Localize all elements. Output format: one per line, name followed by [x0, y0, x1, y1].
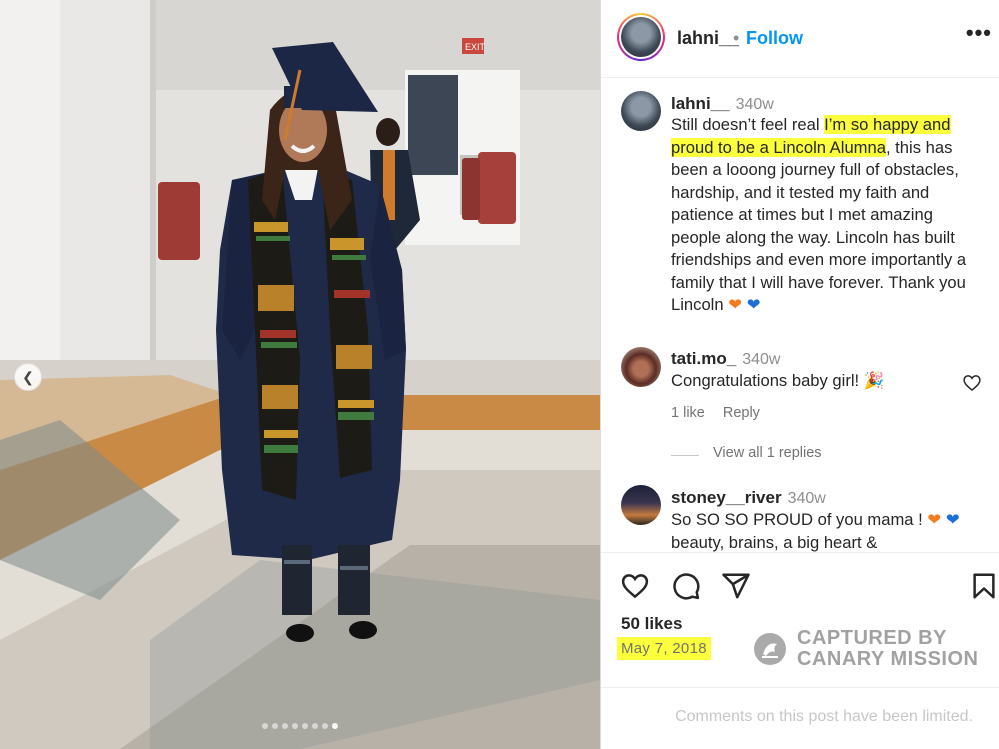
avatar	[621, 17, 661, 57]
comments-limited-notice: Comments on this post have been limited.	[675, 708, 973, 725]
view-replies-button[interactable]: View all 1 replies	[713, 445, 822, 461]
caption-text-start: Still doesn’t feel real	[671, 115, 825, 134]
watermark-line-1: CAPTURED BY	[797, 627, 947, 649]
carousel-dot[interactable]	[282, 723, 288, 729]
caption-time: 340w	[735, 96, 774, 113]
separator-dot: •	[733, 28, 740, 48]
caption-text: Still doesn’t feel real I’m so happy and…	[671, 114, 986, 317]
divider	[671, 455, 699, 456]
carousel-dot-active[interactable]	[332, 723, 338, 729]
caption-author: lahni__ 340w	[671, 94, 774, 114]
graduation-photo-illustration: EXIT	[0, 0, 600, 749]
comment-text: Congratulations baby girl! 🎉	[671, 371, 885, 390]
more-options-icon[interactable]: •••	[966, 20, 992, 46]
heart-icon[interactable]	[620, 571, 650, 601]
comment-meta: 1 like Reply	[671, 405, 778, 421]
watermark-line-2: CANARY MISSION	[797, 648, 979, 670]
comment-username[interactable]: tati.mo_	[671, 349, 736, 368]
header-username[interactable]: lahni__	[677, 28, 739, 49]
exit-sign-text: EXIT	[465, 42, 486, 52]
post-sidebar: lahni__ • Follow ••• lahni__ 340w Still d…	[600, 0, 999, 749]
comment-box: Comments on this post have been limited.	[601, 687, 999, 749]
comment-time: 340w	[787, 490, 826, 507]
post-date[interactable]: May 7, 2018	[617, 637, 711, 660]
caption-username[interactable]: lahni__	[671, 94, 730, 113]
carousel-dot[interactable]	[312, 723, 318, 729]
comments-scroll-area[interactable]: lahni__ 340w Still doesn’t feel real I’m …	[601, 79, 999, 552]
reply-button[interactable]: Reply	[723, 405, 760, 421]
carousel-dot[interactable]	[272, 723, 278, 729]
carousel-prev-button[interactable]: ❮	[14, 363, 42, 391]
bookmark-icon[interactable]	[969, 571, 999, 601]
post-actions: 50 likes May 7, 2018 CAPTURED BY CANARY …	[601, 552, 999, 749]
carousel-dot[interactable]	[292, 723, 298, 729]
comment-author: stoney__river 340w	[671, 488, 826, 508]
avatar[interactable]	[621, 347, 661, 387]
story-ring[interactable]	[617, 13, 665, 61]
follow-button[interactable]: Follow	[746, 28, 803, 49]
comment-likes[interactable]: 1 like	[671, 405, 705, 421]
likes-count[interactable]: 50 likes	[621, 614, 682, 634]
carousel-dot[interactable]	[322, 723, 328, 729]
carousel-dot[interactable]	[262, 723, 268, 729]
comment-time: 340w	[742, 351, 781, 368]
comment-text: So SO SO PROUD of you mama ! ❤ ❤ beauty,…	[671, 510, 960, 552]
post-header: lahni__ • Follow •••	[601, 0, 999, 78]
share-icon[interactable]	[721, 571, 751, 601]
comment-username[interactable]: stoney__river	[671, 488, 782, 507]
avatar[interactable]	[621, 91, 661, 131]
watermark: CAPTURED BY CANARY MISSION	[753, 628, 978, 670]
caption-text-end: , this has been a looong journey full of…	[671, 137, 967, 315]
comment-icon[interactable]	[671, 571, 701, 601]
chevron-left-icon: ❮	[22, 368, 34, 385]
avatar[interactable]	[621, 485, 661, 525]
comment-author: tati.mo_ 340w	[671, 349, 780, 369]
comment-heart-icon[interactable]	[962, 373, 982, 393]
post-photo: EXIT ❮	[0, 0, 600, 749]
carousel-dot[interactable]	[302, 723, 308, 729]
canary-logo-icon	[754, 633, 786, 665]
carousel-dots	[0, 723, 600, 729]
